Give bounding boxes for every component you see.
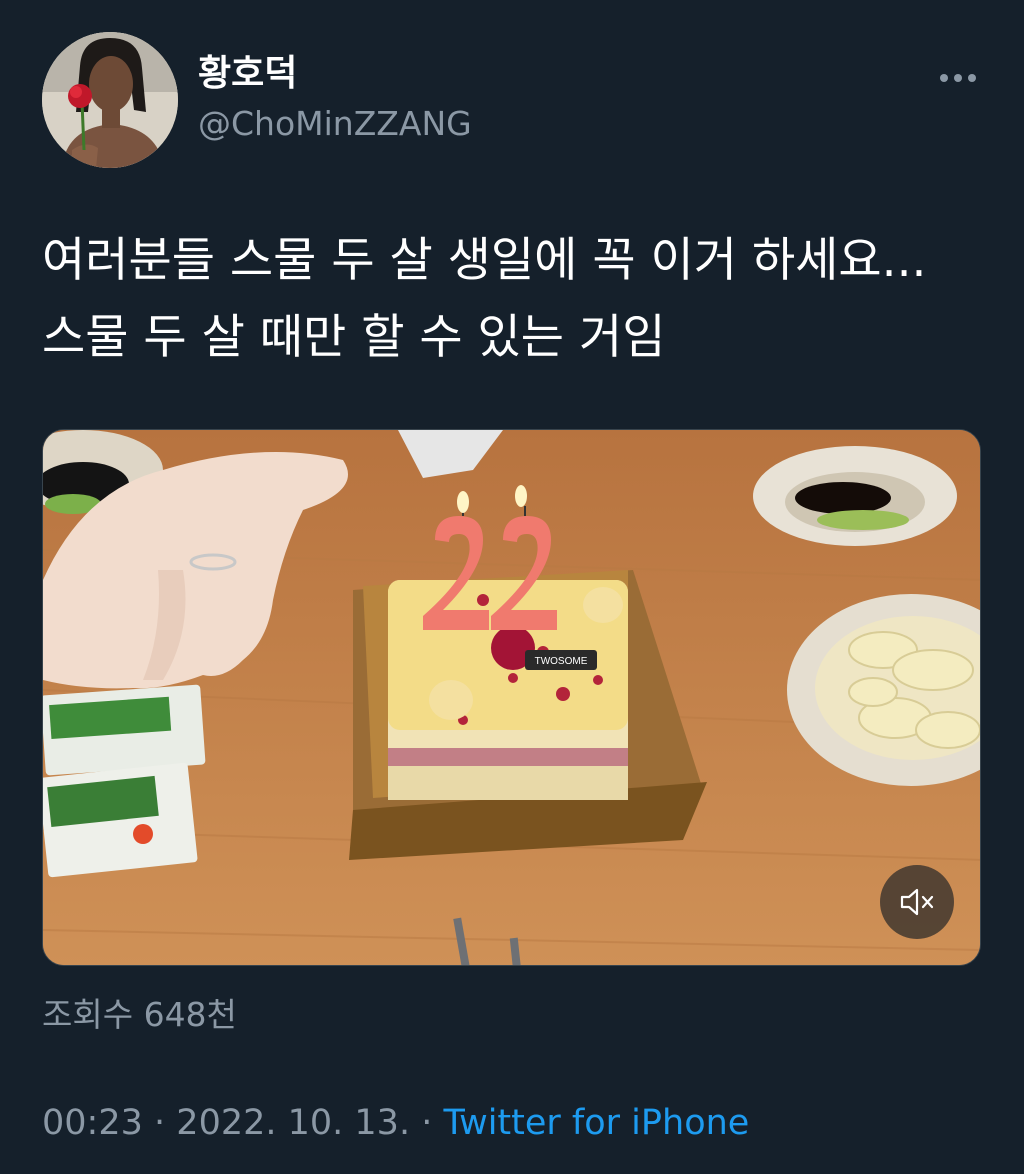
tweet-video[interactable]: TWOSOME xyxy=(42,429,981,966)
tweet-meta: 00:23 · 2022. 10. 13. · Twitter for iPho… xyxy=(42,1099,749,1147)
user-handle[interactable]: @ChoMinZZANG xyxy=(198,102,472,146)
more-horizontal-icon xyxy=(940,74,976,82)
more-options-button[interactable] xyxy=(932,58,984,98)
tweet-date[interactable]: 2022. 10. 13. xyxy=(176,1103,410,1143)
tweet-time[interactable]: 00:23 xyxy=(42,1103,143,1143)
tweet-source-link[interactable]: Twitter for iPhone xyxy=(444,1103,750,1143)
video-frame: TWOSOME xyxy=(43,430,980,965)
avatar-image xyxy=(42,32,178,168)
cake-plate-label: TWOSOME xyxy=(535,656,588,667)
tweet-detail: 황호덕 @ChoMinZZANG 여러분들 스물 두 살 생일에 꼭 이거 하세… xyxy=(0,0,1024,1174)
display-name[interactable]: 황호덕 xyxy=(198,52,297,96)
tweet-text: 여러분들 스물 두 살 생일에 꼭 이거 하세요... 스물 두 살 때만 할 … xyxy=(42,233,927,365)
volume-muted-icon xyxy=(900,888,934,916)
view-count: 조회수 648천 xyxy=(42,995,237,1034)
avatar[interactable] xyxy=(42,32,178,168)
meta-separator: · xyxy=(154,1103,166,1143)
meta-separator: · xyxy=(421,1103,433,1143)
mute-button[interactable] xyxy=(880,865,954,939)
